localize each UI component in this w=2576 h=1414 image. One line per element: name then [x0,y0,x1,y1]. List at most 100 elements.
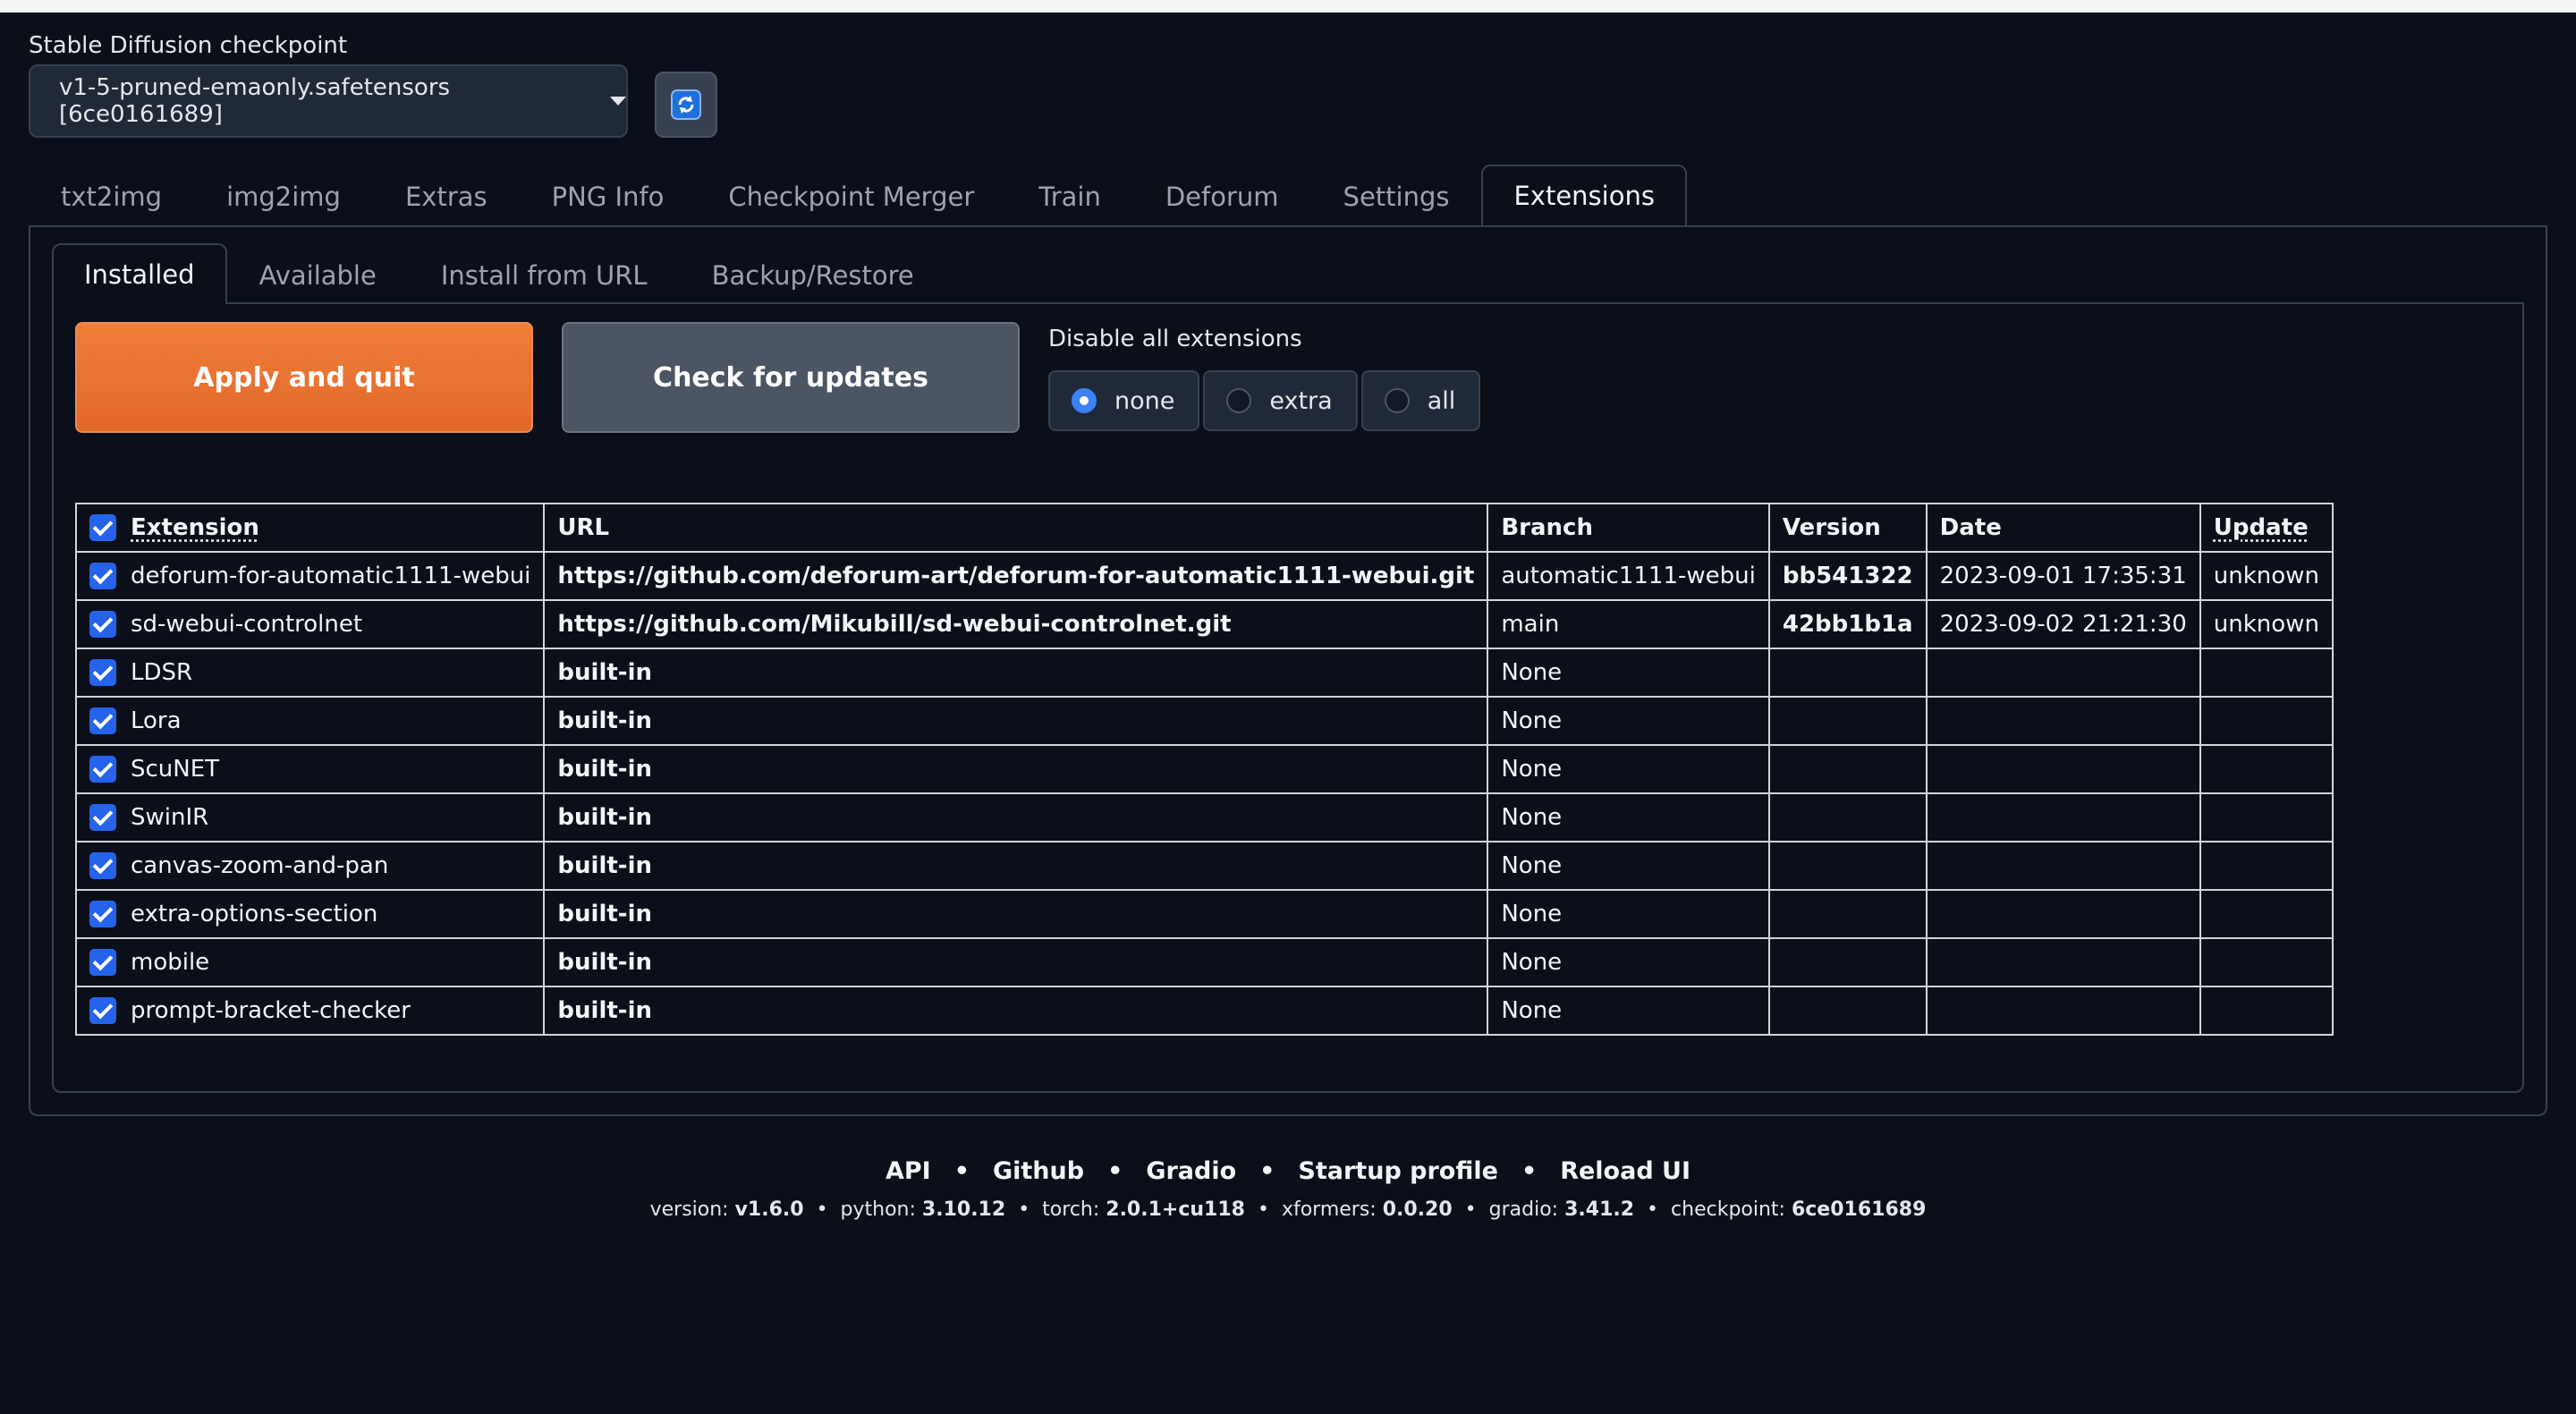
cell-url: built-in [543,792,1489,842]
radio-dot [1226,388,1252,413]
radio-label: all [1427,386,1456,415]
footer-link[interactable]: Reload UI [1560,1157,1690,1185]
tab-backup-restore[interactable]: Backup/Restore [680,245,946,304]
tab-png-info[interactable]: PNG Info [520,166,697,225]
footer-version-info: version: v1.6.0 • python: 3.10.12 • torch: 2… [0,1198,2576,1221]
extension-enabled-checkbox[interactable] [89,563,116,590]
tab-deforum[interactable]: Deforum [1133,166,1311,225]
footer-info-value: 3.41.2 [1564,1198,1635,1221]
disable-all-radio-group: none extra all [1048,370,1481,431]
tab-install-from-url[interactable]: Install from URL [409,245,680,304]
cell-version [1767,841,1928,891]
checkpoint-dropdown[interactable]: v1-5-pruned-emaonly.safetensors [6ce0161… [29,64,628,138]
cell-extension: sd-webui-controlnet [74,599,546,649]
cell-update [2199,648,2334,698]
extensions-table: Extension URL Branch Version Date Update… [74,503,2334,1036]
footer-separator: • [816,1198,828,1221]
cell-version [1767,696,1928,746]
table-row: Lora built-in None [74,696,2334,746]
cell-date: 2023-09-01 17:35:31 [1925,551,2201,601]
cell-extension: Lora [74,696,546,746]
cell-date [1925,889,2201,939]
cell-branch: None [1487,792,1770,842]
radio-dot [1384,388,1410,413]
footer-info-value: 2.0.1+cu118 [1106,1198,1245,1221]
footer-separator: • [1107,1157,1123,1185]
header-update[interactable]: Update [2199,503,2334,553]
extension-enabled-checkbox[interactable] [89,804,116,832]
check-for-updates-button[interactable]: Check for updates [562,322,1020,433]
disable-all-extensions-label: Disable all extensions [1048,326,1302,352]
cell-extension: deforum-for-automatic1111-webui [74,551,546,601]
tab-extras[interactable]: Extras [373,166,520,225]
cell-update [2199,744,2334,794]
footer-separator: • [1257,1198,1269,1221]
tab-checkpoint-merger[interactable]: Checkpoint Merger [696,166,1006,225]
cell-branch: main [1487,599,1770,649]
cell-update [2199,696,2334,746]
cell-version [1767,792,1928,842]
cell-date [1925,841,2201,891]
extension-enabled-checkbox[interactable] [89,611,116,639]
table-row: prompt-bracket-checker built-in None [74,986,2334,1036]
cell-extension: prompt-bracket-checker [74,986,546,1036]
cell-url: built-in [543,696,1489,746]
cell-extension: SwinIR [74,792,546,842]
footer-link[interactable]: Gradio [1146,1157,1236,1185]
cell-url: built-in [543,841,1489,891]
header-extension[interactable]: Extension [74,503,546,553]
footer-info-label: gradio: [1488,1198,1565,1221]
table-row: LDSR built-in None [74,648,2334,698]
extension-enabled-checkbox[interactable] [89,901,116,928]
footer-separator: • [1521,1157,1538,1185]
cell-version [1767,889,1928,939]
tab-extensions[interactable]: Extensions [1481,165,1687,225]
table-row: deforum-for-automatic1111-webui https://g… [74,551,2334,601]
cell-branch: automatic1111-webui [1487,551,1770,601]
cell-version [1767,937,1928,987]
table-header-row: Extension URL Branch Version Date Update [74,503,2334,553]
tab-settings[interactable]: Settings [1311,166,1482,225]
table-row: ScuNET built-in None [74,744,2334,794]
cell-extension: LDSR [74,648,546,698]
apply-and-quit-button[interactable]: Apply and quit [75,322,533,433]
tab-available[interactable]: Available [227,245,409,304]
radio-extra[interactable]: extra [1203,370,1358,431]
extension-enabled-checkbox[interactable] [89,659,116,687]
table-row: canvas-zoom-and-pan built-in None [74,841,2334,891]
extension-enabled-checkbox[interactable] [89,707,116,735]
table-row: SwinIR built-in None [74,792,2334,842]
cell-url: https://github.com/Mikubill/sd-webui-con… [543,599,1489,649]
footer-info-value: 0.0.20 [1382,1198,1453,1221]
radio-all[interactable]: all [1360,370,1481,431]
refresh-checkpoint-button[interactable] [655,72,717,138]
extension-enabled-checkbox[interactable] [89,756,116,783]
footer-info-label: python: [840,1198,922,1221]
cell-url: https://github.com/deforum-art/deforum-f… [543,551,1489,601]
cell-update [2199,937,2334,987]
extension-enabled-checkbox[interactable] [89,997,116,1025]
select-all-checkbox[interactable] [89,514,116,542]
cell-branch: None [1487,986,1770,1036]
tab-txt2img[interactable]: txt2img [29,166,194,225]
header-version: Version [1767,503,1928,553]
cell-extension: extra-options-section [74,889,546,939]
cell-url: built-in [543,744,1489,794]
header-url: URL [543,503,1489,553]
footer-link[interactable]: Startup profile [1298,1157,1498,1185]
cell-extension: ScuNET [74,744,546,794]
radio-none[interactable]: none [1048,370,1200,431]
extension-enabled-checkbox[interactable] [89,949,116,977]
footer-info-value: 6ce0161689 [1791,1198,1927,1221]
footer-link[interactable]: Github [993,1157,1084,1185]
cell-url: built-in [543,889,1489,939]
footer-link[interactable]: API [886,1157,931,1185]
cell-branch: None [1487,744,1770,794]
tab-installed[interactable]: Installed [52,243,227,304]
footer-info-label: checkpoint: [1671,1198,1792,1221]
footer-separator: • [1018,1198,1030,1221]
cell-extension: mobile [74,937,546,987]
tab-img2img[interactable]: img2img [194,166,373,225]
tab-train[interactable]: Train [1006,166,1133,225]
extension-enabled-checkbox[interactable] [89,852,116,880]
